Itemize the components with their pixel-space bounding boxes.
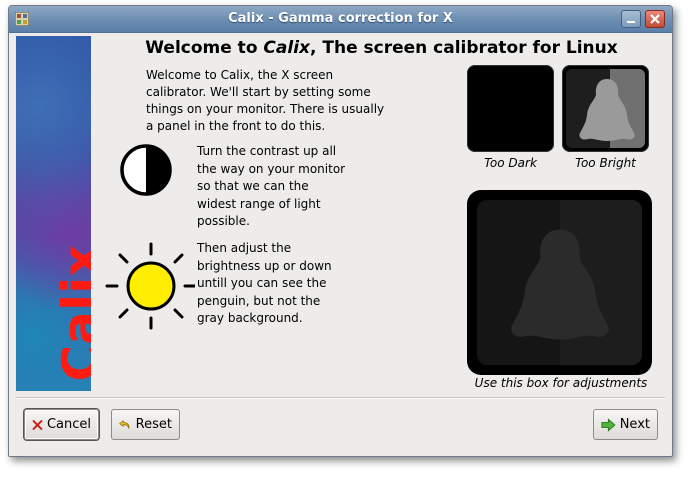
next-label: Next — [619, 417, 650, 432]
contrast-instructions: Turn the contrast up all the way on your… — [197, 144, 346, 228]
cancel-icon — [32, 419, 43, 430]
heading-app-name: Calix — [263, 38, 310, 58]
page-title: Welcome to Calix, The screen calibrator … — [95, 38, 668, 58]
too-dark-preview — [467, 65, 554, 152]
window-title: Calix - Gamma correction for X — [228, 11, 453, 26]
heading-suffix: , The screen calibrator for Linux — [310, 38, 618, 58]
forward-arrow-icon — [601, 417, 616, 432]
cancel-button[interactable]: Cancel — [24, 409, 99, 440]
close-button[interactable] — [645, 10, 665, 28]
brightness-instructions: Then adjust the brightness up or down un… — [197, 241, 332, 325]
next-button[interactable]: Next — [593, 409, 658, 440]
penguin-silhouette-icon — [511, 229, 609, 340]
title-bar[interactable]: Calix - Gamma correction for X — [9, 6, 672, 33]
adjustment-caption: Use this box for adjustments — [474, 376, 648, 390]
cancel-label: Cancel — [46, 417, 91, 432]
calix-window: Calix - Gamma correction for X Calix Wel… — [8, 5, 673, 457]
adjustment-preview-box — [467, 190, 652, 375]
reset-label: Reset — [135, 417, 172, 432]
too-bright-caption: Too Bright — [575, 156, 636, 170]
sun-brightness-icon — [105, 242, 195, 330]
heading-prefix: Welcome to — [145, 38, 264, 58]
minimize-icon — [627, 21, 635, 23]
calix-logo-banner: Calix — [16, 36, 91, 391]
penguin-silhouette-icon — [579, 79, 635, 141]
logo-text: Calix — [52, 244, 91, 382]
too-dark-caption: Too Dark — [484, 156, 537, 170]
reset-button[interactable]: Reset — [111, 409, 180, 440]
undo-arrow-icon — [119, 419, 130, 429]
contrast-icon — [120, 144, 172, 196]
separator — [16, 397, 665, 399]
too-bright-preview — [562, 65, 649, 152]
minimize-button[interactable] — [621, 10, 641, 28]
intro-text: Welcome to Calix, the X screen calibrato… — [146, 68, 385, 133]
close-icon — [650, 14, 660, 24]
